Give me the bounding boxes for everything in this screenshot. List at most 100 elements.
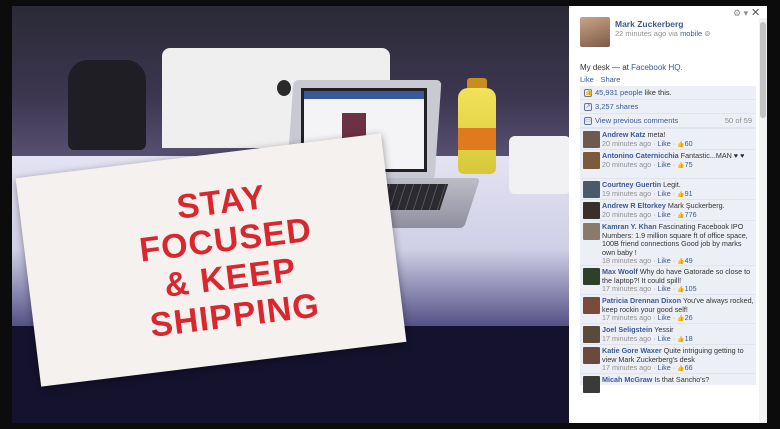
like-link[interactable]: Like (580, 75, 594, 84)
close-icon[interactable]: ✕ (751, 6, 760, 19)
share-link[interactable]: Share (600, 75, 620, 84)
photo-viewer: STAY FOCUSED & KEEP SHIPPING ⚙ ▾ ✕ Mark … (0, 0, 780, 429)
caption-text: My desk — at (580, 63, 629, 72)
comment-item: Andrew R Eltorkey Mark Şuckerberg. 20 min… (580, 199, 756, 220)
comment-like-link[interactable]: Like (658, 210, 671, 219)
thumbs-up-icon: 👍 (677, 287, 685, 294)
comment-like-link[interactable]: Like (658, 139, 671, 148)
avatar[interactable] (583, 347, 600, 364)
comment-like-link[interactable]: Like (658, 160, 671, 169)
comment-text: Is that Sancho's? (654, 375, 710, 384)
comment-item: Katie Gore Waxer Quite intriguing gettin… (580, 344, 756, 373)
action-separator: · (595, 75, 599, 84)
comment-like-count[interactable]: 66 (685, 363, 693, 372)
avatar[interactable] (583, 268, 600, 285)
thumbs-up-icon: 👍 (677, 191, 685, 198)
comment-like-link[interactable]: Like (658, 189, 671, 198)
comment-time: 17 minutes ago · (602, 333, 658, 343)
comment-time: 17 minutes ago · (602, 313, 658, 323)
ufi-box: 👍 45,931 people like this. ↗ 3,257 share… (580, 86, 756, 393)
comment-icon: ▭ (584, 117, 592, 125)
comment-like-count[interactable]: 91 (685, 189, 693, 198)
comment-item: Patricia Drennan Dixon You've always roc… (580, 294, 756, 323)
comment-meta: 20 minutes ago · Like · 👍776 (602, 209, 756, 221)
comment-time: 20 minutes ago · (602, 209, 658, 219)
shares-link[interactable]: 3,257 shares (595, 102, 638, 111)
comment-item: Max Woolf Why do have Gatorade so close … (580, 265, 756, 294)
comment-like-count[interactable]: 60 (685, 139, 693, 148)
place-link[interactable]: Facebook HQ. (631, 63, 683, 72)
comment-item: Joel Seligstein Yessir 17 minutes ago · L… (580, 323, 756, 344)
post-caption: My desk — at Facebook HQ. (580, 63, 683, 72)
avatar[interactable] (580, 17, 610, 47)
avatar[interactable] (583, 223, 600, 240)
office-chair (68, 60, 146, 150)
post-time: 22 minutes ago via (615, 29, 678, 38)
comment-item: Antonino Caternicchia Fantastic...MAN ♥ … (580, 149, 756, 178)
poster-text: STAY FOCUSED & KEEP SHIPPING (105, 170, 352, 349)
avatar[interactable] (583, 202, 600, 219)
thumbs-up-icon: 👍 (584, 89, 593, 97)
avatar[interactable] (583, 152, 600, 169)
comment-item: Micah McGraw Is that Sancho's? (580, 373, 756, 393)
comment-like-count[interactable]: 18 (685, 334, 693, 343)
avatar[interactable] (583, 131, 600, 148)
comment-item: Courtney Guertin Legit. 19 minutes ago · … (580, 178, 756, 199)
comment-time: 17 minutes ago · (602, 363, 658, 373)
comment-time: 17 minutes ago · (602, 284, 658, 294)
comment-like-link[interactable]: Like (658, 313, 671, 322)
comment-meta: 20 minutes ago · Like · 👍60 (602, 138, 756, 150)
comment-like-count[interactable]: 776 (685, 210, 697, 219)
avatar[interactable] (583, 326, 600, 343)
likes-suffix: like this. (644, 88, 672, 97)
comment-body: Katie Gore Waxer Quite intriguing gettin… (602, 346, 756, 364)
comment-meta: 17 minutes ago · Like · 👍18 (602, 333, 756, 345)
author-name-link[interactable]: Mark Zuckerberg (615, 19, 684, 29)
avatar[interactable] (583, 297, 600, 314)
comment-list: Andrew Katz meta! 20 minutes ago · Like ·… (580, 128, 756, 393)
comment-meta: 20 minutes ago · Like · 👍75 (602, 159, 756, 171)
comment-author-link[interactable]: Micah McGraw (602, 375, 652, 384)
comment-meta: 19 minutes ago · Like · 👍91 (602, 188, 756, 200)
post-timestamp: 22 minutes ago via mobile ⊚ (615, 29, 711, 38)
comment-body: Micah McGraw Is that Sancho's? (602, 375, 756, 385)
view-previous-comments-link[interactable]: View previous comments (595, 116, 678, 125)
facebook-header-bar (304, 91, 424, 99)
comment-like-count[interactable]: 105 (685, 284, 697, 293)
comment-time: 19 minutes ago · (602, 188, 658, 198)
comment-time: 20 minutes ago · (602, 138, 658, 148)
avatar[interactable] (583, 181, 600, 198)
gatorade-label (458, 128, 496, 150)
gear-icon[interactable]: ⚙ ▾ (733, 8, 748, 19)
thumbs-up-icon: 👍 (677, 141, 685, 148)
post-actions: Like · Share (580, 75, 620, 84)
share-icon: ↗ (584, 103, 592, 111)
post-via-link[interactable]: mobile (680, 29, 702, 38)
comment-time: 20 minutes ago · (602, 159, 658, 169)
shares-row: ↗ 3,257 shares (580, 100, 756, 114)
scrollbar-thumb[interactable] (760, 22, 766, 118)
comment-count: 50 of 59 (724, 116, 752, 125)
comment-body: Max Woolf Why do have Gatorade so close … (602, 267, 756, 285)
comment-body: Patricia Drennan Dixon You've always roc… (602, 296, 756, 314)
comment-like-link[interactable]: Like (658, 334, 671, 343)
privacy-icon: ⊚ (704, 29, 711, 38)
likes-count-link[interactable]: 45,931 people (595, 88, 643, 97)
comment-body: Kamran Y. Khan Fascinating Facebook IPO … (602, 222, 756, 257)
likes-row: 👍 45,931 people like this. (580, 86, 756, 100)
comment-item: Kamran Y. Khan Fascinating Facebook IPO … (580, 220, 756, 265)
thumbs-up-icon: 👍 (677, 366, 685, 373)
comment-item: Andrew Katz meta! 20 minutes ago · Like ·… (580, 128, 756, 149)
thumbs-up-icon: 👍 (677, 212, 685, 219)
view-previous-row: ▭ View previous comments 50 of 59 (580, 114, 756, 128)
comment-like-link[interactable]: Like (658, 284, 671, 293)
avatar[interactable] (583, 376, 600, 393)
thumbs-up-icon: 👍 (677, 336, 685, 343)
comment-like-link[interactable]: Like (658, 363, 671, 372)
apple-logo (277, 80, 291, 96)
thumbs-up-icon: 👍 (677, 162, 685, 169)
takeout-box (509, 136, 569, 194)
thumbs-up-icon: 👍 (677, 316, 685, 323)
comment-like-count[interactable]: 75 (685, 160, 693, 169)
comment-like-count[interactable]: 26 (685, 313, 693, 322)
